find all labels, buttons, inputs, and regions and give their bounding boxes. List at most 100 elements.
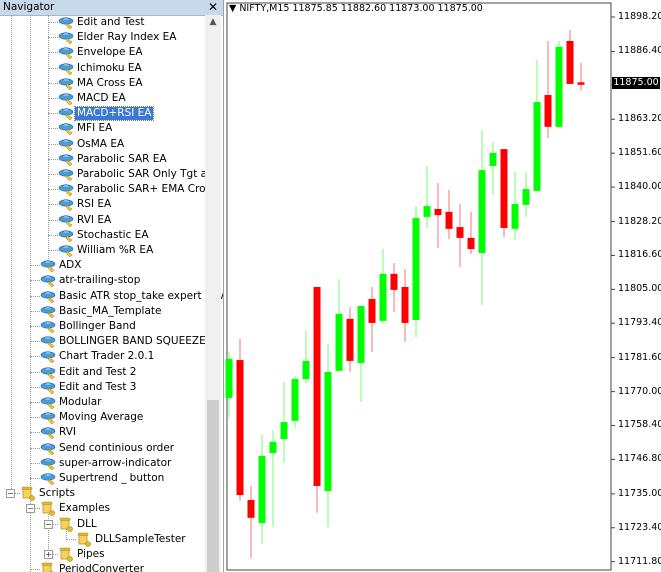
tree-item-label: Edit and Test <box>77 16 145 28</box>
tree-connector <box>30 310 40 312</box>
tree-item[interactable]: PeriodConverter <box>0 562 205 572</box>
price-tick-label: 11851.60 <box>618 147 661 159</box>
tree-item-label: PeriodConverter <box>59 563 145 572</box>
tree-item[interactable]: RVI <box>0 425 205 440</box>
tree-item[interactable]: Bollinger Band <box>0 319 205 334</box>
tree-connector <box>48 37 58 39</box>
bearish-candle <box>577 82 585 85</box>
tree-item-label: Parabolic SAR EA <box>77 152 167 165</box>
tree-item[interactable]: − Examples <box>0 501 205 517</box>
script-folder-icon <box>58 517 74 532</box>
tree-item-label: MACD EA <box>77 92 126 104</box>
collapse-icon[interactable]: − <box>26 504 35 514</box>
tree-item[interactable]: − Scripts <box>0 486 205 501</box>
tree-item[interactable]: Ichimoku EA <box>0 61 205 76</box>
bullish-candle <box>379 273 387 321</box>
tree-item[interactable]: Supertrend _ button <box>0 471 205 486</box>
tree-item[interactable]: William %R EA <box>0 243 205 258</box>
tree-item[interactable]: Chart Trader 2.0.1 <box>0 349 205 364</box>
script-icon <box>40 562 56 572</box>
tree-item[interactable]: Stochastic EA <box>0 228 205 243</box>
tree-item[interactable]: Parabolic SAR Only Tgt and <box>0 167 220 182</box>
tree-connector <box>30 265 40 267</box>
tree-item[interactable]: atr-trailing-stop <box>0 273 205 288</box>
bearish-candle <box>566 40 574 84</box>
tree-item-label: Basic_MA_Template <box>59 304 162 317</box>
bearish-candle <box>544 95 552 127</box>
script-folder-icon <box>20 486 36 501</box>
tree-item[interactable]: Parabolic SAR EA <box>0 152 205 167</box>
tree-item[interactable]: Edit and Test <box>0 15 205 30</box>
tree-item-label: Edit and Test 3 <box>59 380 137 393</box>
chart-menu-triangle-icon[interactable]: ▼ <box>229 3 239 14</box>
expert-advisor-icon <box>58 213 74 228</box>
tree-item-label: DLLSampleTester <box>95 532 186 545</box>
tree-item-label: Elder Ray Index EA <box>77 31 177 44</box>
tree-item[interactable]: Modular <box>0 395 205 410</box>
expert-advisor-icon <box>40 273 56 288</box>
chart-symbol-ohlc: NIFTY,M15 11875.85 11882.60 11873.00 118… <box>239 3 483 14</box>
expert-advisor-icon <box>40 456 56 471</box>
tree-item[interactable]: MACD EA <box>0 91 205 106</box>
tree-item-label: RVI <box>59 426 77 439</box>
price-tick-label: 11793.40 <box>618 317 661 329</box>
tree-item[interactable]: Moving Average <box>0 410 205 425</box>
tree-item[interactable]: Basic_MA_Template <box>0 304 205 319</box>
tree-item[interactable]: Send continious order <box>0 441 205 456</box>
tree-item[interactable]: − DLL <box>0 517 205 532</box>
tree-connector <box>48 128 58 130</box>
tree-item-label: Stochastic EA <box>77 228 149 241</box>
tree-item[interactable]: ADX <box>0 258 205 273</box>
tree-item[interactable]: MA Cross EA <box>0 76 205 91</box>
bullish-candle <box>335 313 343 371</box>
tree-item-label: Examples <box>59 502 111 515</box>
tree-connector <box>48 67 58 69</box>
tree-item[interactable]: + Pipes <box>0 547 205 562</box>
scroll-up-arrow-icon[interactable]: ▲ <box>205 15 221 30</box>
navigator-panel: Navigator ✕ Edit and Test Elder Ray Index… <box>0 0 224 572</box>
expert-advisor-icon <box>40 471 56 486</box>
expert-advisor-icon <box>40 304 56 319</box>
expert-advisor-icon <box>40 425 56 440</box>
tree-item[interactable]: RSI EA <box>0 197 205 212</box>
tree-item-label: BOLLINGER BAND SQUEEZE <box>59 335 206 348</box>
scrollbar-thumb[interactable] <box>207 400 219 572</box>
expert-advisor-icon <box>58 228 74 243</box>
tree-item[interactable]: RVI EA <box>0 213 205 228</box>
close-icon[interactable]: ✕ <box>208 0 218 14</box>
tree-item[interactable]: DLLSampleTester <box>0 532 205 547</box>
tree-item-label: Send continious order <box>59 441 175 454</box>
tree-item[interactable]: Edit and Test 3 <box>0 380 205 395</box>
collapse-icon[interactable]: − <box>6 489 15 499</box>
bullish-candle <box>522 189 530 205</box>
tree-item-label: Modular <box>59 396 102 408</box>
tree-item[interactable]: Basic ATR stop_take expert advi <box>0 289 223 304</box>
tree-item[interactable]: MFI EA <box>0 121 205 136</box>
tree-connector <box>48 204 58 206</box>
tree-connector <box>48 189 58 191</box>
tree-item[interactable]: BOLLINGER BAND SQUEEZE <box>0 334 206 349</box>
tree-item[interactable]: Elder Ray Index EA <box>0 30 205 45</box>
chart-window[interactable]: ▼ NIFTY,M15 11875.85 11882.60 11873.00 1… <box>225 0 661 572</box>
expand-icon[interactable]: + <box>44 550 53 559</box>
bearish-candle <box>467 237 475 250</box>
tree-item-label: Envelope EA <box>77 46 143 59</box>
expert-advisor-icon <box>40 319 56 334</box>
navigator-scrollbar[interactable]: ▲ <box>205 15 221 572</box>
tree-item-label: DLL <box>77 517 97 530</box>
tree-item-label: super-arrow-indicator <box>59 456 172 469</box>
bullish-candle <box>225 358 233 399</box>
tree-item[interactable]: Envelope EA <box>0 45 205 60</box>
tree-connector <box>30 462 40 464</box>
collapse-icon[interactable]: − <box>44 519 53 529</box>
price-tick-label: 11828.20 <box>618 215 661 227</box>
tree-connector <box>30 447 40 449</box>
bullish-candle <box>478 170 486 254</box>
tree-item[interactable]: OsMA EA <box>0 137 205 152</box>
tree-item[interactable]: super-arrow-indicator <box>0 456 205 471</box>
price-tick-label: 11840.00 <box>618 181 661 193</box>
tree-item-label: Supertrend _ button <box>59 472 165 484</box>
tree-item[interactable]: Edit and Test 2 <box>0 365 205 380</box>
tree-item[interactable]: MACD+RSI EA <box>0 106 205 122</box>
tree-item[interactable]: Parabolic SAR+ EMA Cross <box>0 182 217 197</box>
